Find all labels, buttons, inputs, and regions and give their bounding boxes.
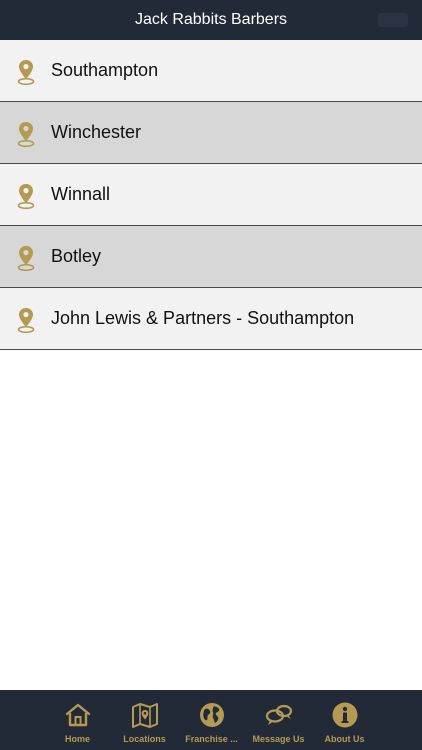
tab-message-us[interactable]: Message Us <box>245 690 312 750</box>
map-icon <box>131 703 158 728</box>
location-row-john-lewis[interactable]: John Lewis & Partners - Southampton <box>0 288 422 350</box>
tab-bar: Home Locations Franchise ... Message Us … <box>0 690 422 750</box>
navigation-bar: Jack Rabbits Barbers <box>0 0 422 40</box>
location-label: Winnall <box>51 184 111 204</box>
home-icon <box>65 703 90 727</box>
location-row-southampton[interactable]: Southampton <box>0 40 422 102</box>
info-icon <box>332 702 357 728</box>
location-label: John Lewis & Partners - Southampton <box>51 308 355 328</box>
tab-locations[interactable]: Locations <box>111 690 178 750</box>
app-screen: Jack Rabbits Barbers Southampton Winches… <box>0 0 422 750</box>
map-pin-icon <box>17 122 35 148</box>
locations-list: Southampton Winchester Winnall Botley Jo… <box>0 40 422 350</box>
nav-right-button[interactable] <box>378 13 408 27</box>
tab-label: About Us <box>324 734 365 744</box>
map-pin-icon <box>17 184 35 210</box>
chat-bubbles-icon <box>265 704 292 725</box>
tab-franchise[interactable]: Franchise ... <box>178 690 245 750</box>
map-pin-icon <box>17 308 35 334</box>
location-row-winnall[interactable]: Winnall <box>0 164 422 226</box>
globe-icon <box>199 703 224 727</box>
location-row-botley[interactable]: Botley <box>0 226 422 288</box>
tab-about-us[interactable]: About Us <box>311 690 378 750</box>
location-label: Winchester <box>51 122 142 142</box>
location-row-winchester[interactable]: Winchester <box>0 102 422 164</box>
map-pin-icon <box>17 246 35 272</box>
location-label: Botley <box>51 246 102 266</box>
page-title: Jack Rabbits Barbers <box>134 11 288 28</box>
tab-home[interactable]: Home <box>44 690 111 750</box>
location-label: Southampton <box>51 60 159 80</box>
map-pin-icon <box>17 60 35 86</box>
